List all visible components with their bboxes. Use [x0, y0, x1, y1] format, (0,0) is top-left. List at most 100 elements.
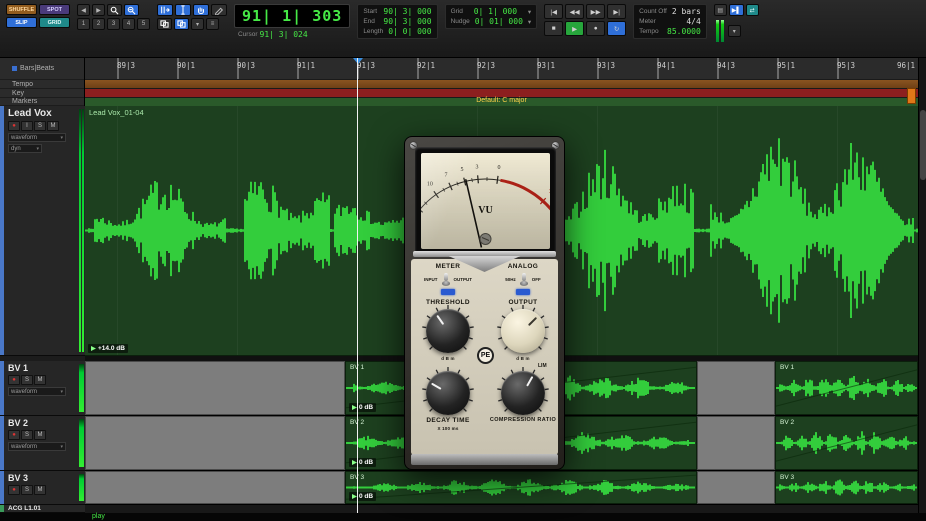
compression-ratio-knob[interactable]	[501, 371, 545, 415]
record-button[interactable]: ●	[586, 21, 605, 36]
record-arm-button[interactable]: ●	[8, 121, 20, 131]
fast-forward-button[interactable]: ▶▶	[586, 4, 605, 19]
tempo-value[interactable]: 85.0000	[667, 27, 701, 36]
clip-muted-bv2[interactable]	[85, 416, 345, 470]
decay-time-knob[interactable]	[426, 371, 470, 415]
count-off-value[interactable]: 2 bars	[672, 7, 701, 16]
solo-button[interactable]: S	[21, 430, 33, 440]
solo-button[interactable]: S	[21, 485, 33, 495]
solo-button[interactable]: S	[34, 121, 46, 131]
clip-gain-indicator[interactable]: 0 dB	[349, 458, 376, 467]
compressor-plugin-window[interactable]: 201075303VU METER ANALOG INPUT OUTPUT 50…	[404, 136, 565, 470]
threshold-knob[interactable]	[426, 309, 470, 353]
track-view-selector[interactable]: waveform▾	[8, 387, 66, 396]
clip-muted-bv1[interactable]	[85, 361, 345, 415]
bars-beats-ruler[interactable]: 89|390|190|391|191|392|192|393|193|394|1…	[85, 58, 918, 80]
grabber-tool-icon[interactable]	[193, 4, 209, 16]
ruler-row-key[interactable]: Key	[0, 89, 84, 98]
zoom-preset-4-button[interactable]: 4	[122, 18, 135, 30]
track-lane-bv3[interactable]: BV 3 0 dB BV 3	[85, 471, 918, 505]
loop-playback-icon[interactable]: ↻	[607, 21, 626, 36]
clip-muted-bv1-b[interactable]	[697, 361, 775, 415]
clip-gain-indicator[interactable]: 0 dB	[349, 403, 376, 412]
mute-button[interactable]: M	[47, 121, 59, 131]
end-value[interactable]: 90| 3| 000	[383, 17, 431, 26]
track-name-bv1[interactable]: BV 1	[8, 363, 85, 373]
track-header-bv1[interactable]: BV 1 ● S M waveform▾	[0, 361, 85, 416]
ruler-row-bars-beats[interactable]: Bars|Beats	[0, 58, 84, 80]
volume-automation-line[interactable]	[346, 472, 696, 503]
nudge-value[interactable]: 0| 01| 000	[475, 17, 523, 26]
play-button[interactable]: ▶	[565, 21, 584, 36]
clip-gain-indicator[interactable]: +14.0 dB	[88, 344, 128, 353]
ruler-row-markers[interactable]: Markers	[0, 98, 84, 106]
clip-muted-bv3[interactable]	[85, 471, 345, 504]
insertion-follows-playback-icon[interactable]: ▾	[191, 18, 204, 30]
volume-automation-line[interactable]	[776, 362, 917, 414]
ruler-canvas[interactable]: 89|390|190|391|191|392|192|393|193|394|1…	[85, 58, 918, 106]
link-timeline-icon[interactable]	[157, 18, 172, 30]
tempo-ruler[interactable]	[85, 80, 918, 89]
zoom-right-arrow-button[interactable]: ▶	[92, 4, 105, 16]
output-meters-icon[interactable]: ▤	[714, 4, 727, 16]
track-name-acg[interactable]: ACG L1.01	[8, 505, 85, 512]
zoom-preset-3-button[interactable]: 3	[107, 18, 120, 30]
track-lane-acg[interactable]	[85, 505, 918, 513]
mode-spot-button[interactable]: SPOT	[39, 4, 70, 15]
start-value[interactable]: 90| 3| 000	[383, 7, 431, 16]
volume-automation-line[interactable]	[776, 417, 917, 469]
track-name-bv3[interactable]: BV 3	[8, 473, 85, 483]
mute-button[interactable]: M	[34, 430, 46, 440]
pencil-tool-icon[interactable]	[211, 4, 227, 16]
grid-value[interactable]: 0| 1| 000	[474, 7, 517, 16]
vertical-scrollbar[interactable]	[918, 58, 926, 521]
zoom-out-icon[interactable]	[107, 4, 122, 16]
playback-caret-icon[interactable]	[353, 58, 363, 64]
clip-bv3-b[interactable]: BV 3	[775, 471, 918, 504]
solo-button[interactable]: S	[21, 375, 33, 385]
record-arm-button[interactable]: ●	[8, 430, 20, 440]
automation-mode-selector[interactable]: dyn▾	[8, 144, 42, 153]
mode-grid-button[interactable]: GRID	[39, 17, 70, 28]
midi-controls-icon[interactable]: ▶▌	[729, 4, 744, 16]
record-arm-button[interactable]: ●	[8, 375, 20, 385]
stop-button[interactable]: ■	[544, 21, 563, 36]
track-header-bv2[interactable]: BV 2 ● S M waveform▾	[0, 416, 85, 471]
track-name-bv2[interactable]: BV 2	[8, 418, 85, 428]
track-header-lead-vox[interactable]: Lead Vox ● I S M waveform▾ dyn▾	[0, 106, 85, 356]
timeline-end-marker[interactable]	[907, 88, 916, 104]
track-name-lead-vox[interactable]: Lead Vox	[8, 108, 85, 119]
track-header-bv3[interactable]: BV 3 ● S M	[0, 471, 85, 505]
clip-gain-indicator[interactable]: 0 dB	[349, 492, 376, 501]
selector-tool-icon[interactable]	[175, 4, 191, 16]
meter-value[interactable]: 4/4	[686, 17, 700, 26]
grid-caret-icon[interactable]: ▾	[528, 8, 531, 16]
zoom-left-arrow-button[interactable]: ◀	[77, 4, 90, 16]
mirror-midi-icon[interactable]: ≡	[206, 18, 219, 30]
clip-bv2-b[interactable]: BV 2	[775, 416, 918, 470]
meter-toggle-switch[interactable]	[440, 273, 452, 286]
nudge-caret-icon[interactable]: ▾	[528, 18, 531, 26]
trim-tool-icon[interactable]	[157, 4, 173, 16]
clip-muted-bv3-b[interactable]	[697, 471, 775, 504]
go-to-end-button[interactable]: ▶|	[607, 4, 626, 19]
rewind-button[interactable]: ◀◀	[565, 4, 584, 19]
mute-button[interactable]: M	[34, 485, 46, 495]
track-header-acg[interactable]: ACG L1.01	[0, 505, 85, 513]
analog-toggle-switch[interactable]	[518, 273, 530, 286]
mute-button[interactable]: M	[34, 375, 46, 385]
record-arm-button[interactable]: ●	[8, 485, 20, 495]
clip-bv1-b[interactable]: BV 1	[775, 361, 918, 415]
synchronization-icon[interactable]: ⇄	[746, 4, 759, 16]
link-edit-icon[interactable]	[174, 18, 189, 30]
clip-bv3-a[interactable]: BV 3 0 dB	[345, 471, 697, 504]
output-knob[interactable]	[501, 309, 545, 353]
main-counter[interactable]: 91| 1| 303	[234, 4, 350, 28]
zoom-preset-1-button[interactable]: 1	[77, 18, 90, 30]
ruler-row-tempo[interactable]: Tempo	[0, 80, 84, 89]
zoom-preset-2-button[interactable]: 2	[92, 18, 105, 30]
input-monitor-button[interactable]: I	[21, 121, 33, 131]
track-view-selector[interactable]: waveform▾	[8, 133, 66, 142]
mode-slip-button[interactable]: SLIP	[6, 17, 37, 28]
track-view-selector[interactable]: waveform▾	[8, 442, 66, 451]
